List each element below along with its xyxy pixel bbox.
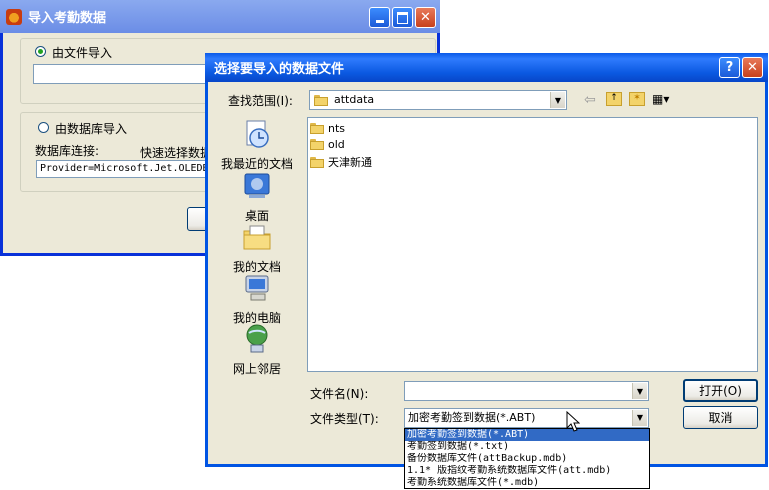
chevron-down-icon[interactable]: ▼ xyxy=(632,383,647,399)
file-list-view[interactable] xyxy=(307,117,758,372)
dialog-titlebar: 选择要导入的数据文件 ? ✕ xyxy=(205,53,768,82)
list-item[interactable]: 天津新通 xyxy=(310,154,372,170)
filetype-dropdown[interactable]: 加密考勤签到数据(*.ABT) ▼ xyxy=(404,408,649,428)
radio-db-import-label: 由数据库导入 xyxy=(55,122,128,136)
cancel-button-label: 取消 xyxy=(708,411,733,425)
folder-icon xyxy=(310,123,324,134)
place-my-computer[interactable]: 我的电脑 xyxy=(214,272,300,326)
close-icon: ✕ xyxy=(420,10,431,25)
app-icon xyxy=(6,8,22,25)
chevron-down-icon[interactable]: ▼ xyxy=(550,92,565,108)
open-button-label: 打开(O) xyxy=(699,384,742,398)
place-label: 网上邻居 xyxy=(232,362,281,376)
filename-input[interactable]: ▼ xyxy=(404,381,649,401)
filetype-options-list: 加密考勤签到数据(*.ABT) 考勤签到数据(*.txt) 备份数据库文件(at… xyxy=(404,428,650,489)
network-places-icon xyxy=(246,324,268,353)
filename-label: 文件名(N): xyxy=(310,387,369,401)
db-connection-label: 数据库连接: xyxy=(35,144,100,158)
import-window-titlebar: 导入考勤数据 ✕ xyxy=(0,0,440,33)
file-name: 天津新通 xyxy=(328,156,372,169)
filetype-option[interactable]: 考勤签到数据(*.txt) xyxy=(405,441,649,453)
places-bar: 我最近的文档 桌面 我的文档 我的电脑 网上邻居 xyxy=(214,118,300,376)
recent-documents-icon xyxy=(246,120,269,148)
filetype-label: 文件类型(T): xyxy=(310,412,379,426)
close-icon: ✕ xyxy=(747,60,758,75)
chevron-down-icon[interactable]: ▼ xyxy=(632,410,647,426)
filetype-option[interactable]: 1.1* 版指纹考勤系统数据库文件(att.mdb) xyxy=(405,465,649,477)
file-name: nts xyxy=(328,122,346,135)
look-in-value: attdata xyxy=(334,93,375,106)
place-recent[interactable]: 我最近的文档 xyxy=(214,118,300,172)
back-arrow-icon[interactable]: ⇦ xyxy=(584,92,596,108)
views-menu-icon[interactable]: ▦▾ xyxy=(652,92,669,106)
db-connection-value: Provider=Microsoft.Jet.OLEDB xyxy=(40,163,209,174)
filetype-value: 加密考勤签到数据(*.ABT) xyxy=(408,411,536,424)
quick-select-link[interactable]: 快速选择数据 xyxy=(140,144,212,161)
place-desktop[interactable]: 桌面 xyxy=(214,170,300,224)
dialog-title: 选择要导入的数据文件 xyxy=(214,62,345,77)
my-computer-icon xyxy=(245,275,269,301)
new-folder-icon[interactable]: ✶ xyxy=(629,92,645,106)
help-icon: ? xyxy=(725,60,734,75)
filetype-option[interactable]: 加密考勤签到数据(*.ABT) xyxy=(405,429,649,441)
file-name: old xyxy=(328,138,345,151)
maximize-button[interactable] xyxy=(392,7,413,28)
dialog-close-button[interactable]: ✕ xyxy=(742,57,763,78)
close-button[interactable]: ✕ xyxy=(415,7,436,28)
folder-icon xyxy=(310,139,324,150)
place-my-documents[interactable]: 我的文档 xyxy=(214,221,300,275)
list-item[interactable]: old xyxy=(310,138,345,151)
import-window-title: 导入考勤数据 xyxy=(28,11,107,26)
radio-file-import-label: 由文件导入 xyxy=(52,46,113,60)
cancel-button[interactable]: 取消 xyxy=(683,406,758,429)
mouse-cursor-icon xyxy=(566,411,580,432)
look-in-label: 查找范围(I): xyxy=(228,94,293,108)
open-button[interactable]: 打开(O) xyxy=(683,379,758,402)
look-in-dropdown[interactable]: attdata ▼ xyxy=(309,90,567,110)
list-item[interactable]: nts xyxy=(310,122,345,135)
folder-icon xyxy=(310,156,324,168)
up-folder-icon[interactable]: ↑ xyxy=(606,92,622,106)
filetype-option[interactable]: 备份数据库文件(attBackup.mdb) xyxy=(405,453,649,465)
minimize-icon xyxy=(375,20,384,23)
maximize-icon xyxy=(397,11,408,24)
radio-file-import[interactable] xyxy=(35,46,46,57)
folder-icon xyxy=(314,95,328,106)
minimize-button[interactable] xyxy=(369,7,390,28)
filetype-option[interactable]: 考勤系统数据库文件(*.mdb) xyxy=(405,477,649,489)
place-network[interactable]: 网上邻居 xyxy=(214,323,300,377)
desktop-icon xyxy=(244,173,270,198)
help-button[interactable]: ? xyxy=(719,57,740,78)
radio-db-import[interactable] xyxy=(38,122,49,133)
my-documents-icon xyxy=(243,225,271,250)
